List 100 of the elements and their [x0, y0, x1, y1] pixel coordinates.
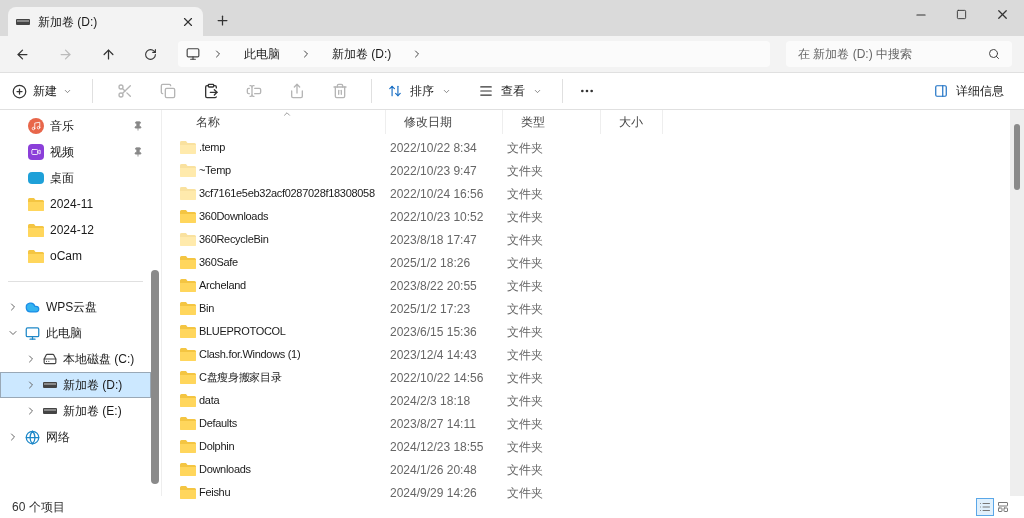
tree-item[interactable]: 本地磁盘 (C:) — [0, 346, 151, 372]
column-header[interactable]: 名称 — [192, 113, 220, 131]
tree-item[interactable]: 此电脑 — [0, 320, 151, 346]
file-row[interactable]: Downloads 2024/1/26 20:48 文件夹 — [180, 458, 1010, 481]
folder-icon — [180, 187, 196, 200]
file-type: 文件夹 — [507, 139, 544, 157]
file-type: 文件夹 — [507, 369, 544, 387]
file-row[interactable]: 360Safe 2025/1/2 18:26 文件夹 — [180, 251, 1010, 274]
folder-icon — [180, 279, 196, 292]
nav-label: 2024-12 — [50, 222, 96, 239]
video-icon — [28, 144, 44, 160]
tree-item[interactable]: 新加卷 (E:) — [0, 398, 151, 424]
column-header[interactable]: 类型 — [517, 113, 545, 131]
search-box[interactable]: 在 新加卷 (D:) 中搜索 — [786, 41, 1012, 67]
file-row[interactable]: C盘瘦身搬家目录 2022/10/22 14:56 文件夹 — [180, 366, 1010, 389]
pin-icon[interactable] — [133, 121, 143, 131]
tab[interactable]: 新加卷 (D:) — [8, 7, 203, 36]
back-icon[interactable] — [15, 46, 30, 62]
modified-date: 2023/8/18 17:47 — [390, 231, 478, 249]
tree-item[interactable]: 网络 — [0, 424, 151, 450]
file-row[interactable]: Bin 2025/1/2 17:23 文件夹 — [180, 297, 1010, 320]
tree-label: 新加卷 (E:) — [63, 403, 122, 420]
close-icon[interactable] — [995, 7, 1010, 22]
breadcrumb-item[interactable]: 此电脑 — [244, 45, 280, 63]
column-header[interactable]: 大小 — [615, 113, 643, 131]
folder-icon — [180, 371, 196, 384]
file-row[interactable]: 360Downloads 2022/10/23 10:52 文件夹 — [180, 205, 1010, 228]
address-bar[interactable]: 此电脑 新加卷 (D:) — [178, 41, 770, 67]
tree-label: 本地磁盘 (C:) — [63, 351, 135, 368]
tree-item[interactable]: WPS云盘 — [0, 294, 151, 320]
modified-date: 2024/12/23 18:55 — [390, 438, 485, 456]
modified-date: 2025/1/2 17:23 — [390, 300, 472, 318]
file-row[interactable]: BLUEPROTOCOL 2023/6/15 15:36 文件夹 — [180, 320, 1010, 343]
list-icon — [979, 501, 991, 513]
search-icon — [988, 48, 1000, 60]
modified-date: 2022/10/23 9:47 — [390, 162, 478, 180]
pin-icon[interactable] — [133, 147, 143, 157]
file-type: 文件夹 — [507, 300, 544, 318]
file-row[interactable]: 360RecycleBin 2023/8/18 17:47 文件夹 — [180, 228, 1010, 251]
folder-icon — [28, 223, 44, 237]
folder-icon — [180, 302, 196, 315]
scrollbar[interactable] — [1010, 110, 1024, 496]
file-row[interactable]: ~Temp 2022/10/23 9:47 文件夹 — [180, 159, 1010, 182]
maximize-icon[interactable] — [956, 9, 967, 20]
file-name: BLUEPROTOCOL — [199, 324, 286, 340]
sort-button[interactable]: 排序 — [384, 77, 455, 105]
file-name: 360RecycleBin — [199, 232, 269, 248]
cloud-icon — [25, 299, 40, 315]
view-button[interactable]: 查看 — [475, 77, 546, 105]
file-name: 360Downloads — [199, 209, 269, 225]
refresh-icon[interactable] — [144, 47, 157, 61]
folder-icon — [180, 394, 196, 407]
modified-date: 2024/9/29 14:26 — [390, 484, 478, 502]
folder-icon — [180, 210, 196, 223]
file-name: Downloads — [199, 462, 251, 478]
file-row[interactable]: Defaults 2023/8/27 14:11 文件夹 — [180, 412, 1010, 435]
file-row[interactable]: Clash.for.Windows (1) 2023/12/4 14:43 文件夹 — [180, 343, 1010, 366]
modified-date: 2022/10/24 16:56 — [390, 185, 485, 203]
quick-access-item[interactable]: 视频 — [0, 139, 151, 165]
file-row[interactable]: .temp 2022/10/22 8:34 文件夹 — [180, 136, 1010, 159]
modified-date: 2022/10/22 14:56 — [390, 369, 485, 387]
modified-date: 2023/12/4 14:43 — [390, 346, 478, 364]
drive-icon — [43, 408, 57, 414]
file-row[interactable]: 3cf7161e5eb32acf0287028f18308058 2022/10/24 16:56 文件夹 — [180, 182, 1010, 205]
new-tab-icon[interactable] — [215, 13, 230, 28]
tree-item[interactable]: 新加卷 (D:) — [0, 372, 151, 398]
folder-icon — [180, 440, 196, 453]
desktop-icon — [28, 172, 44, 184]
file-type: 文件夹 — [507, 162, 544, 180]
file-type: 文件夹 — [507, 277, 544, 295]
quick-access-item[interactable]: 桌面 — [0, 165, 151, 191]
up-icon[interactable] — [101, 46, 116, 62]
file-row[interactable]: Dolphin 2024/12/23 18:55 文件夹 — [180, 435, 1010, 458]
modified-date: 2024/2/3 18:18 — [390, 392, 472, 410]
new-button[interactable]: 新建 — [12, 77, 80, 105]
file-type: 文件夹 — [507, 208, 544, 226]
file-row[interactable]: Feishu 2024/9/29 14:26 文件夹 — [180, 481, 1010, 504]
file-name: 3cf7161e5eb32acf0287028f18308058 — [199, 186, 375, 202]
breadcrumb-item[interactable]: 新加卷 (D:) — [332, 45, 392, 63]
file-name: Bin — [199, 301, 214, 317]
nav-label: 视频 — [50, 144, 75, 161]
folder-icon — [180, 325, 196, 338]
details-button[interactable]: 详细信息 — [930, 77, 1008, 105]
folder-icon — [180, 233, 196, 246]
file-row[interactable]: Archeland 2023/8/22 20:55 文件夹 — [180, 274, 1010, 297]
details-view-button[interactable] — [976, 498, 994, 516]
file-type: 文件夹 — [507, 323, 544, 341]
sort-ascending-icon — [282, 109, 292, 119]
search-field[interactable]: 在 新加卷 (D:) 中搜索 — [798, 45, 988, 63]
computer-icon — [25, 325, 40, 341]
quick-access-item[interactable]: 2024-11 — [0, 191, 151, 217]
quick-access-item[interactable]: 音乐 — [0, 113, 151, 139]
tree-label: 新加卷 (D:) — [63, 377, 123, 394]
column-header[interactable]: 修改日期 — [400, 113, 452, 131]
tab-title: 新加卷 (D:) — [38, 13, 99, 31]
forward-icon[interactable] — [58, 46, 73, 62]
file-row[interactable]: data 2024/2/3 18:18 文件夹 — [180, 389, 1010, 412]
quick-access-item[interactable]: 2024-12 — [0, 217, 151, 243]
file-type: 文件夹 — [507, 185, 544, 203]
quick-access-item[interactable]: oCam — [0, 243, 151, 269]
